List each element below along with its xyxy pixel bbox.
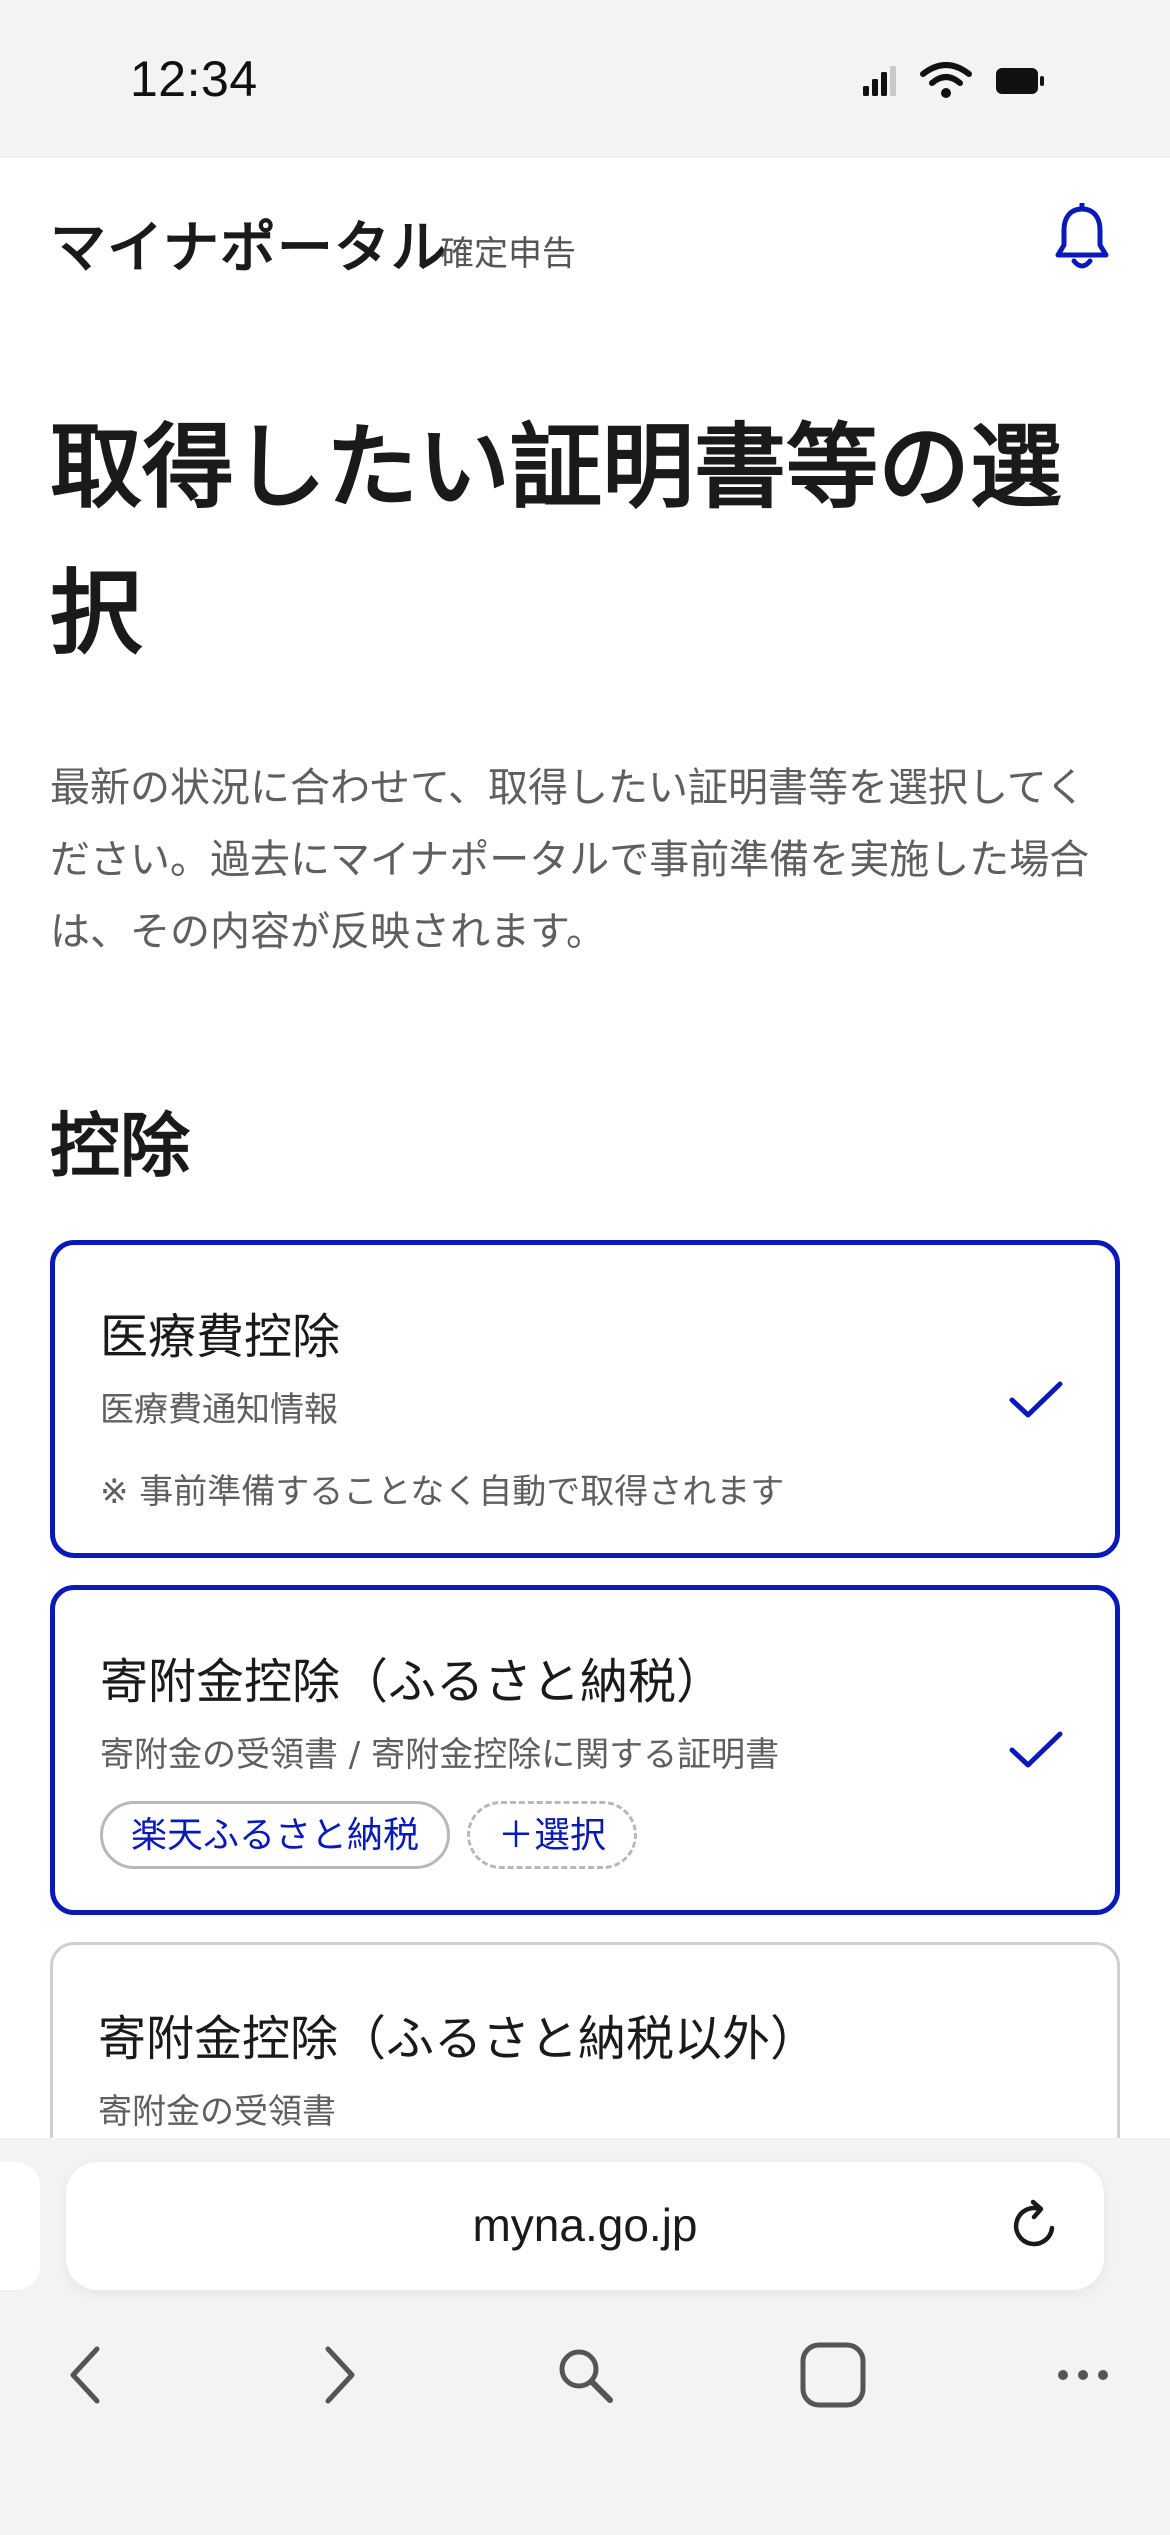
deduction-card-furusato[interactable]: 寄附金控除（ふるさと納税） 寄附金の受領書 / 寄附金控除に関する証明書 楽天ふ… (50, 1585, 1120, 1915)
back-button[interactable] (40, 2330, 130, 2420)
tabs-icon (800, 2342, 866, 2408)
status-bar: 12:34 (0, 0, 1170, 158)
reload-icon[interactable] (1008, 2198, 1064, 2254)
chip-rakuten-furusato[interactable]: 楽天ふるさと納税 (100, 1801, 451, 1869)
card-title: 寄附金控除（ふるさと納税以外） (98, 2011, 819, 2067)
forward-button[interactable] (295, 2330, 385, 2420)
check-icon (1009, 1381, 1063, 1418)
more-icon (1058, 2370, 1108, 2380)
card-subtitle: 寄附金の受領書 / 寄附金控除に関する証明書 (100, 1735, 780, 1775)
back-icon (70, 2346, 100, 2404)
check-icon (1009, 1731, 1063, 1768)
deduction-card-medical[interactable]: 医療費控除 医療費通知情報 ※ 事前準備することなく自動で取得されます (50, 1240, 1120, 1558)
page-title: 取得したい証明書等の選択 (50, 414, 1063, 667)
add-selection-chip[interactable]: ＋選択 (467, 1801, 638, 1869)
app-title[interactable]: マイナポータル (50, 203, 448, 284)
app-subtitle: 確定申告 (440, 234, 576, 274)
app-header: マイナポータル 確定申告 (0, 158, 1170, 318)
section-heading: 控除 (50, 1105, 190, 1187)
signal-icon (863, 66, 896, 96)
forward-icon (325, 2346, 355, 2404)
bell-icon[interactable] (1052, 203, 1112, 273)
search-button[interactable] (540, 2330, 630, 2420)
wifi-icon (920, 62, 972, 98)
previous-tab-edge[interactable] (0, 2162, 40, 2290)
url-text: myna.go.jp (472, 2199, 698, 2251)
card-title: 医療費控除 (100, 1309, 341, 1365)
card-note: ※ 事前準備することなく自動で取得されます (100, 1472, 785, 1512)
browser-toolbar: myna.go.jp (0, 2138, 1170, 2535)
more-button[interactable] (1038, 2330, 1128, 2420)
status-time: 12:34 (130, 51, 258, 107)
card-subtitle: 寄附金の受領書 (98, 2092, 336, 2132)
page-description: 最新の状況に合わせて、取得したい証明書等を選択してください。過去にマイナポータル… (50, 765, 1090, 955)
card-subtitle: 医療費通知情報 (100, 1390, 338, 1430)
status-icons (862, 62, 1044, 100)
tabs-button[interactable] (788, 2330, 878, 2420)
address-bar[interactable]: myna.go.jp (66, 2162, 1104, 2290)
card-title: 寄附金控除（ふるさと納税） (100, 1654, 725, 1710)
battery-icon (996, 68, 1044, 94)
search-icon (559, 2349, 613, 2403)
